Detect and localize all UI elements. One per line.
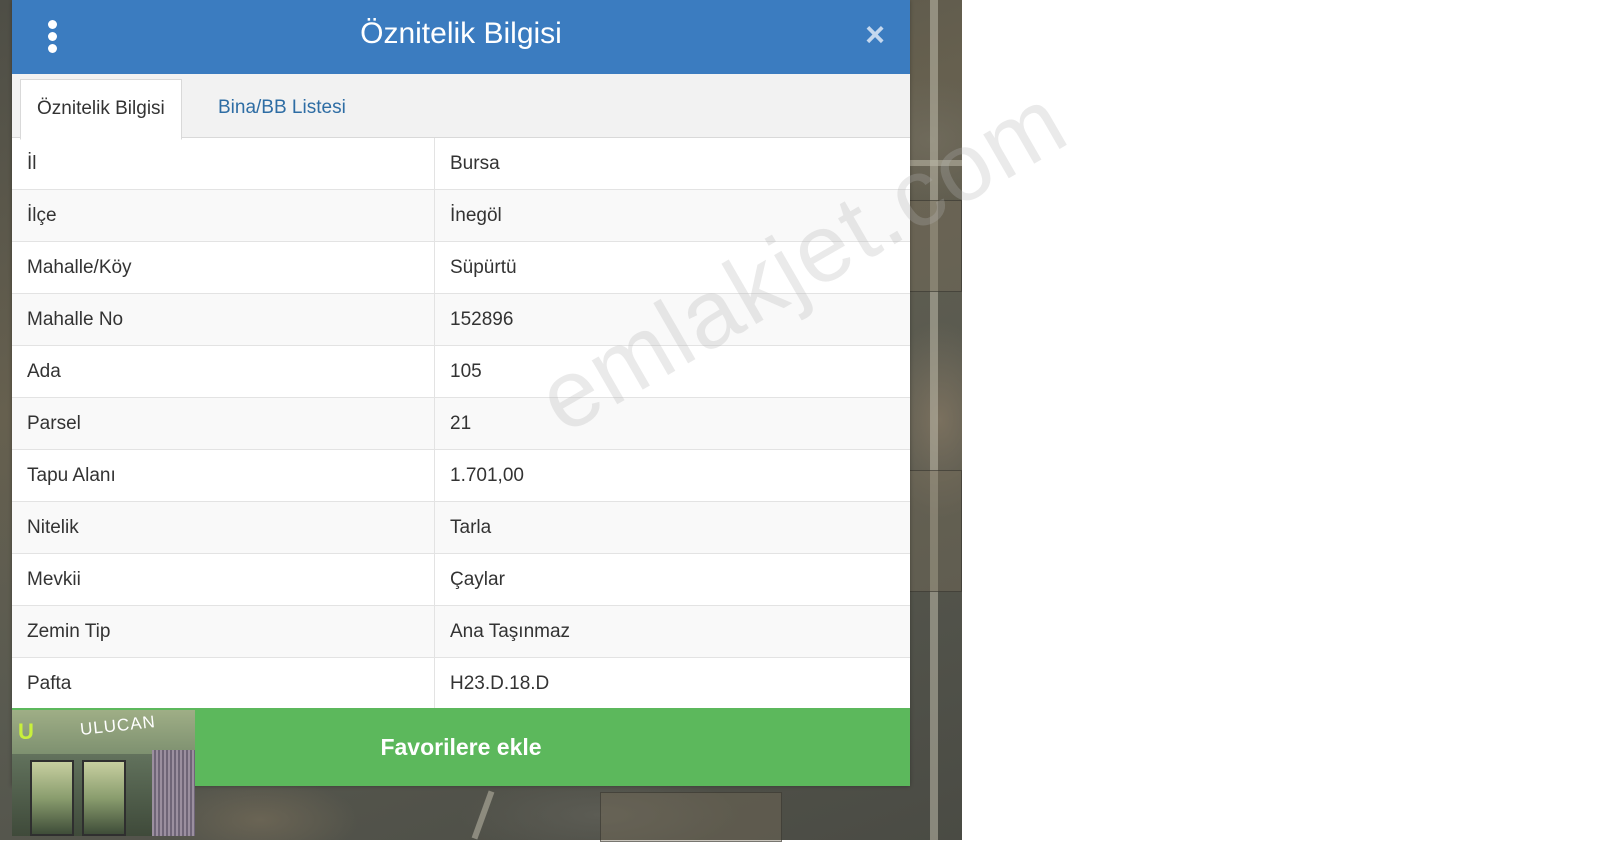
map-field (902, 200, 962, 292)
attribute-key: İlçe (12, 189, 435, 242)
table-row: Parsel 21 (12, 397, 910, 450)
store-sign: U ULUCAN (12, 710, 195, 754)
map-road (471, 790, 495, 840)
attribute-key: Ada (12, 345, 435, 398)
tab-building-list[interactable]: Bina/BB Listesi (202, 79, 362, 137)
store-window (30, 760, 74, 836)
map-field (905, 470, 962, 592)
store-name: ULUCAN (79, 712, 157, 739)
table-row: Mahalle/Köy Süpürtü (12, 241, 910, 294)
attribute-value: Tarla (434, 501, 910, 554)
table-row: Nitelik Tarla (12, 501, 910, 554)
attribute-table: İl Bursa İlçe İnegöl Mahalle/Köy Süpürtü… (12, 138, 910, 710)
map-road (930, 0, 938, 840)
table-row: Pafta H23.D.18.D (12, 657, 910, 710)
attribute-key: Pafta (12, 657, 435, 710)
attribute-value: 21 (434, 397, 910, 450)
table-row: Ada 105 (12, 345, 910, 398)
attribute-value: 105 (434, 345, 910, 398)
attribute-key: Mevkii (12, 553, 435, 606)
attribute-key: Mahalle/Köy (12, 241, 435, 294)
map-field (600, 792, 782, 842)
tab-bar: Öznitelik Bilgisi Bina/BB Listesi (12, 74, 910, 140)
close-icon[interactable]: × (860, 18, 890, 52)
table-row: Mevkii Çaylar (12, 553, 910, 606)
attribute-info-dialog: Öznitelik Bilgisi × Öznitelik Bilgisi Bi… (12, 0, 910, 786)
dialog-header: Öznitelik Bilgisi × (12, 0, 910, 74)
attribute-value: H23.D.18.D (434, 657, 910, 710)
attribute-value: Çaylar (434, 553, 910, 606)
attribute-value: 1.701,00 (434, 449, 910, 502)
store-logo-mark: U (18, 719, 34, 744)
store-window (82, 760, 126, 836)
table-row: İlçe İnegöl (12, 189, 910, 242)
attribute-key: Mahalle No (12, 293, 435, 346)
attribute-key: Zemin Tip (12, 605, 435, 658)
attribute-value: Süpürtü (434, 241, 910, 294)
attribute-key: Tapu Alanı (12, 449, 435, 502)
attribute-value: Bursa (434, 138, 910, 190)
table-row: İl Bursa (12, 138, 910, 190)
store-curtain (152, 750, 195, 836)
attribute-value: 152896 (434, 293, 910, 346)
table-row: Mahalle No 152896 (12, 293, 910, 346)
attribute-key: Nitelik (12, 501, 435, 554)
attribute-key: İl (12, 138, 435, 190)
attribute-value: Ana Taşınmaz (434, 605, 910, 658)
tab-attribute-info[interactable]: Öznitelik Bilgisi (20, 79, 182, 140)
dialog-title: Öznitelik Bilgisi (360, 17, 562, 50)
store-photo: U ULUCAN (12, 710, 195, 836)
attribute-key: Parsel (12, 397, 435, 450)
table-row: Tapu Alanı 1.701,00 (12, 449, 910, 502)
attribute-value: İnegöl (434, 189, 910, 242)
table-row: Zemin Tip Ana Taşınmaz (12, 605, 910, 658)
